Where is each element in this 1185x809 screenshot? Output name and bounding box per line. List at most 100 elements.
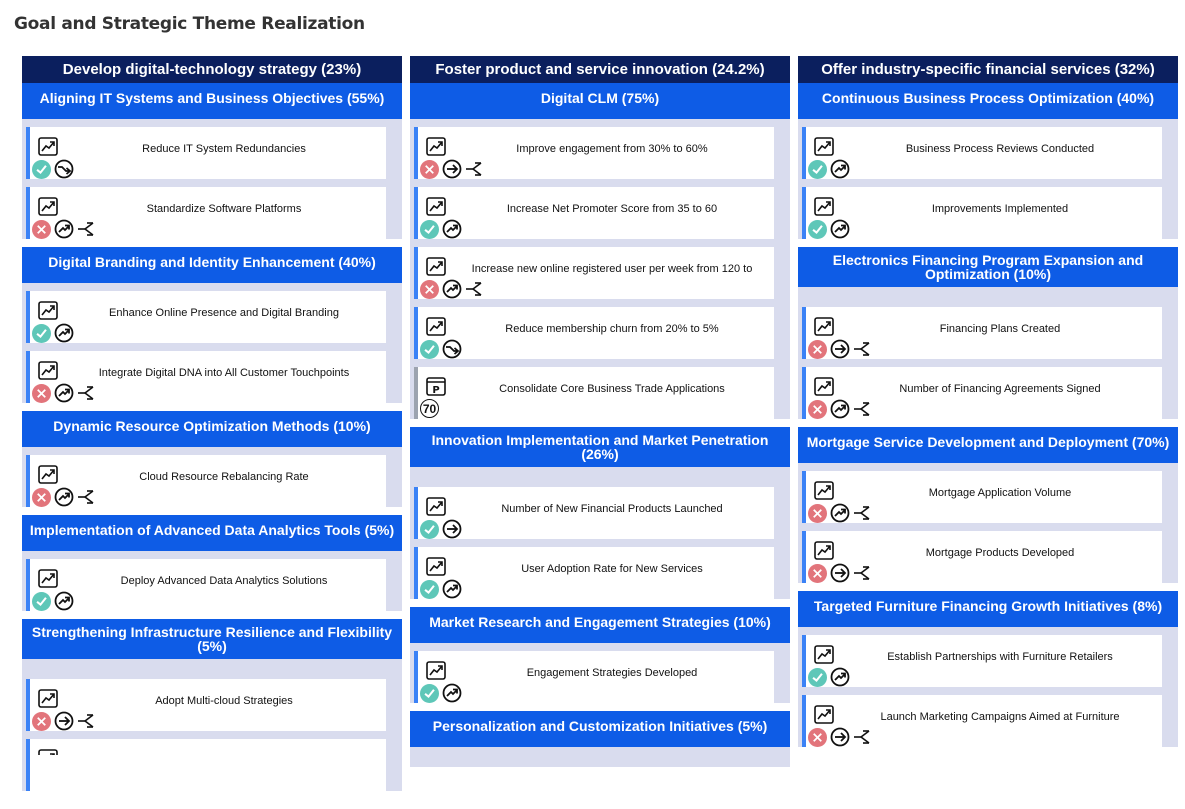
kpi-status-row xyxy=(808,503,871,523)
strategic-theme: Market Research and Engagement Strategie… xyxy=(410,607,790,703)
check-icon xyxy=(420,339,439,359)
kpi-status-row xyxy=(420,279,483,299)
kpi-status-row xyxy=(420,683,462,703)
theme-title[interactable]: Strengthening Infrastructure Resilience … xyxy=(22,619,402,659)
theme-title[interactable]: Continuous Business Process Optimization… xyxy=(798,83,1178,119)
theme-title[interactable]: Electronics Financing Program Expansion … xyxy=(798,247,1178,287)
kpi-chart-icon xyxy=(38,569,58,588)
strategic-theme: Personalization and Customization Initia… xyxy=(410,711,790,767)
kpi-card[interactable]: Number of New Financial Products Launche… xyxy=(414,487,774,539)
kpi-title: Mortgage Application Volume xyxy=(928,487,1072,499)
theme-body: Number of New Financial Products Launche… xyxy=(410,467,790,599)
kpi-title: Improvements Implemented xyxy=(931,203,1069,215)
kpi-card[interactable]: Increase Net Promoter Score from 35 to 6… xyxy=(414,187,774,239)
cross-icon xyxy=(808,399,827,419)
trend-right-icon xyxy=(830,727,850,747)
kpi-card[interactable]: Cloud Resource Rebalancing Rate xyxy=(26,455,386,507)
strategic-theme: Digital Branding and Identity Enhancemen… xyxy=(22,247,402,403)
kpi-card[interactable]: Number of Financing Agreements Signed xyxy=(802,367,1162,419)
strategic-theme: Continuous Business Process Optimization… xyxy=(798,83,1178,239)
strategic-theme: Implementation of Advanced Data Analytic… xyxy=(22,515,402,611)
theme-body: Improve engagement from 30% to 60% Increa… xyxy=(410,119,790,419)
kpi-title: Number of New Financial Products Launche… xyxy=(501,503,723,515)
theme-body: Business Process Reviews Conducted Improv… xyxy=(798,119,1178,239)
theme-title[interactable]: Aligning IT Systems and Business Objecti… xyxy=(22,83,402,119)
kpi-chart-icon xyxy=(38,197,58,216)
kpi-title: Increase Net Promoter Score from 35 to 6… xyxy=(506,203,718,215)
theme-title[interactable]: Market Research and Engagement Strategie… xyxy=(410,607,790,643)
cross-icon xyxy=(32,219,51,239)
kpi-chart-icon xyxy=(38,361,58,380)
cross-icon xyxy=(808,563,827,583)
kpi-status-row xyxy=(808,727,871,747)
kpi-card[interactable]: Standardize Software Platforms xyxy=(26,187,386,239)
kpi-card[interactable]: Enhance Online Presence and Digital Bran… xyxy=(26,291,386,343)
kpi-status-row xyxy=(32,487,95,507)
kpi-title: Reduce membership churn from 20% to 5% xyxy=(505,323,719,335)
kpi-card[interactable]: Improvements Implemented xyxy=(802,187,1162,239)
kpi-status-row xyxy=(32,323,74,343)
kpi-status-row xyxy=(808,563,871,583)
kpi-title: Financing Plans Created xyxy=(939,323,1061,335)
kpi-title: Engagement Strategies Developed xyxy=(526,667,698,679)
trend-right-icon xyxy=(830,563,850,583)
split-icon xyxy=(77,221,95,237)
theme-title[interactable]: Innovation Implementation and Market Pen… xyxy=(410,427,790,467)
kpi-card[interactable]: Mortgage Products Developed xyxy=(802,531,1162,583)
kpi-card[interactable]: Engagement Strategies Developed xyxy=(414,651,774,703)
kpi-title: Integrate Digital DNA into All Customer … xyxy=(98,367,350,379)
theme-title[interactable]: Digital CLM (75%) xyxy=(410,83,790,119)
kpi-chart-icon xyxy=(38,465,58,484)
kpi-status-row xyxy=(808,339,871,359)
kpi-chart-icon xyxy=(38,137,58,156)
kpi-card[interactable]: Launch Marketing Campaigns Aimed at Furn… xyxy=(802,695,1162,747)
theme-title[interactable]: Digital Branding and Identity Enhancemen… xyxy=(22,247,402,283)
trend-right-icon xyxy=(830,339,850,359)
kpi-card[interactable]: Deploy Advanced Data Analytics Solutions xyxy=(26,559,386,611)
theme-title[interactable]: Dynamic Resource Optimization Methods (1… xyxy=(22,411,402,447)
split-icon xyxy=(77,385,95,401)
check-icon xyxy=(420,219,439,239)
theme-body xyxy=(410,747,790,767)
kpi-card[interactable]: Increase new online registered user per … xyxy=(414,247,774,299)
split-icon xyxy=(853,565,871,581)
kpi-status-row xyxy=(32,383,95,403)
kpi-card[interactable]: Improve engagement from 30% to 60% xyxy=(414,127,774,179)
split-icon xyxy=(853,729,871,745)
kpi-card[interactable]: Business Process Reviews Conducted xyxy=(802,127,1162,179)
kpi-card[interactable]: Adopt Multi-cloud Strategies xyxy=(26,679,386,731)
kpi-card[interactable] xyxy=(26,739,386,791)
kpi-card[interactable]: User Adoption Rate for New Services xyxy=(414,547,774,599)
progress-value: 70 xyxy=(420,399,439,418)
project-icon: P xyxy=(426,377,446,396)
kpi-status-row xyxy=(420,519,462,539)
theme-title[interactable]: Targeted Furniture Financing Growth Init… xyxy=(798,591,1178,627)
kpi-card[interactable]: Reduce membership churn from 20% to 5% xyxy=(414,307,774,359)
check-icon xyxy=(420,519,439,539)
theme-title[interactable]: Mortgage Service Development and Deploym… xyxy=(798,427,1178,463)
cross-icon xyxy=(808,503,827,523)
kpi-status-row xyxy=(808,219,850,239)
theme-body: Engagement Strategies Developed xyxy=(410,643,790,703)
check-icon xyxy=(420,579,439,599)
kpi-card[interactable]: Establish Partnerships with Furniture Re… xyxy=(802,635,1162,687)
kpi-title: Number of Financing Agreements Signed xyxy=(899,383,1101,395)
kpi-card[interactable]: Financing Plans Created xyxy=(802,307,1162,359)
theme-title[interactable]: Implementation of Advanced Data Analytic… xyxy=(22,515,402,551)
cross-icon xyxy=(808,727,827,747)
trend-up-icon xyxy=(54,487,74,507)
kpi-title: User Adoption Rate for New Services xyxy=(521,563,703,575)
cross-icon xyxy=(32,383,51,403)
kpi-card[interactable]: Integrate Digital DNA into All Customer … xyxy=(26,351,386,403)
kpi-chart-icon xyxy=(814,645,834,664)
kpi-chart-icon xyxy=(38,689,58,708)
cross-icon xyxy=(420,279,439,299)
kpi-card[interactable]: P Consolidate Core Business Trade Applica… xyxy=(414,367,774,419)
kpi-chart-icon xyxy=(814,541,834,560)
kpi-chart-icon xyxy=(814,377,834,396)
strategic-theme: Mortgage Service Development and Deploym… xyxy=(798,427,1178,583)
kpi-card[interactable]: Reduce IT System Redundancies xyxy=(26,127,386,179)
kpi-card[interactable]: Mortgage Application Volume xyxy=(802,471,1162,523)
trend-up-icon xyxy=(54,323,74,343)
theme-title[interactable]: Personalization and Customization Initia… xyxy=(410,711,790,747)
